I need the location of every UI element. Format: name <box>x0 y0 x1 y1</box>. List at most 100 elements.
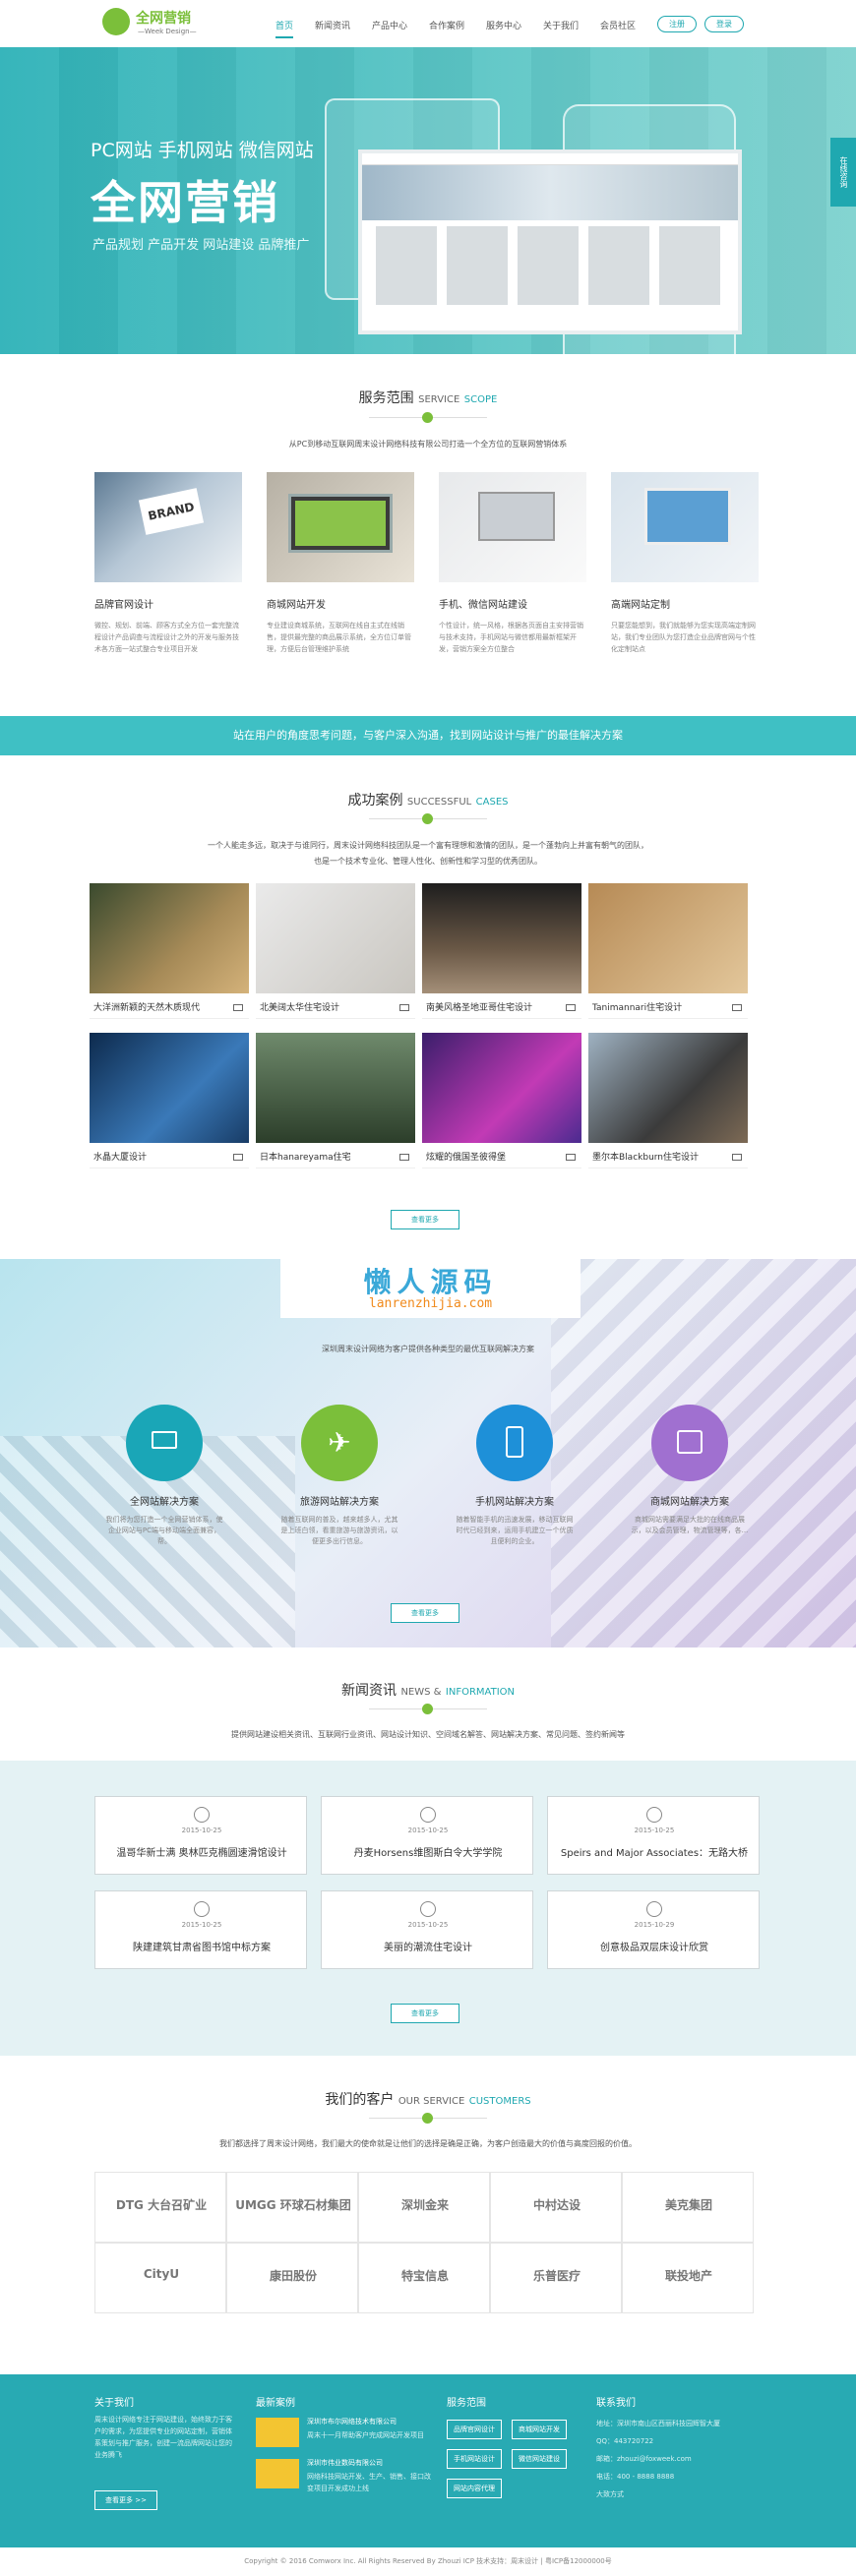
client-logo[interactable]: 康田股份 <box>226 2243 358 2313</box>
monitor-icon <box>233 1004 243 1011</box>
news-title[interactable]: 陕建建筑甘肃省图书馆中标方案 <box>95 1939 308 1953</box>
bag-icon[interactable] <box>651 1405 728 1481</box>
nav-home[interactable]: 首页 <box>275 19 294 38</box>
footer-case-title[interactable]: 深圳市伟业数码有限公司 <box>307 2457 435 2469</box>
news-card[interactable]: 2015-10-25 温哥华新士满 奥林匹克椭圆速滑馆设计 <box>94 1796 307 1875</box>
footer-case-title[interactable]: 深圳市布尔网络技术有限公司 <box>307 2416 435 2427</box>
register-button[interactable]: 注册 <box>657 16 697 32</box>
case-thumb-image[interactable] <box>256 2459 299 2488</box>
client-logo[interactable]: 联投地产 <box>622 2243 754 2313</box>
news-subtitle: 提供网站建设相关资讯、互联网行业资讯、网站设计知识、空间域名解答、网站解决方案、… <box>231 1730 625 1739</box>
footer-about-more-button[interactable]: 查看更多 >> <box>94 2490 157 2510</box>
news-date: 2015-10-25 <box>407 1921 449 1929</box>
monitor-icon <box>233 1154 243 1161</box>
news-date: 2015-10-25 <box>407 1827 449 1834</box>
solution-title[interactable]: 旅游网站解决方案 <box>251 1493 428 1508</box>
footer-cases-heading: 最新案例 <box>256 2398 295 2409</box>
footer-phone: 电话：400 - 8888 8888 <box>596 2473 675 2481</box>
client-logo[interactable]: 特宝信息 <box>358 2243 490 2313</box>
footer-case-desc: 周末十一月帮助客户完成网站开发项目 <box>307 2431 424 2439</box>
case-caption[interactable]: Tanimannari住宅设计 <box>588 997 748 1019</box>
case-caption[interactable]: 南美风格圣地亚哥住宅设计 <box>422 997 581 1019</box>
footer-service-button[interactable]: 网站内容代理 <box>447 2479 502 2498</box>
news-more-button[interactable]: 查看更多 <box>391 2004 459 2023</box>
service-image-mobile[interactable] <box>439 472 586 582</box>
solutions-more-button[interactable]: 查看更多 <box>391 1603 459 1623</box>
service-title[interactable]: 手机、微信网站建设 <box>439 596 527 611</box>
footer-service-button[interactable]: 微信网站建设 <box>512 2449 567 2469</box>
news-title[interactable]: Speirs and Major Associates：无路大桥 <box>548 1844 761 1859</box>
footer-qq: QQ：443720722 <box>596 2437 654 2445</box>
case-thumb-image[interactable] <box>256 2418 299 2447</box>
case-caption[interactable]: 日本hanareyama住宅 <box>256 1147 415 1168</box>
airplane-icon[interactable]: ✈ <box>301 1405 378 1481</box>
news-card[interactable]: 2015-10-25 陕建建筑甘肃省图书馆中标方案 <box>94 1890 307 1969</box>
case-image[interactable] <box>588 883 748 993</box>
nav-products[interactable]: 产品中心 <box>372 19 407 31</box>
clock-icon <box>420 1807 436 1823</box>
case-caption[interactable]: 水晶大厦设计 <box>90 1147 249 1168</box>
solution-title[interactable]: 全网站解决方案 <box>76 1493 253 1508</box>
footer-service-button[interactable]: 手机网站设计 <box>447 2449 502 2469</box>
case-caption[interactable]: 炫耀的俄国圣彼得堡 <box>422 1147 581 1168</box>
news-card[interactable]: 2015-10-25 丹麦Horsens维图斯白令大学学院 <box>321 1796 533 1875</box>
client-logo[interactable]: 中村达设 <box>490 2172 622 2243</box>
nav-about[interactable]: 关于我们 <box>543 19 579 31</box>
online-consult-tab[interactable]: 在线咨询 <box>830 138 856 207</box>
service-title[interactable]: 高端网站定制 <box>611 596 670 611</box>
solution-title[interactable]: 商城网站解决方案 <box>601 1493 778 1508</box>
news-card[interactable]: 2015-10-25 Speirs and Major Associates：无路… <box>547 1796 760 1875</box>
news-title[interactable]: 温哥华新士满 奥林匹克椭圆速滑馆设计 <box>95 1844 308 1859</box>
phone-icon[interactable] <box>476 1405 553 1481</box>
case-image[interactable] <box>422 1033 581 1143</box>
footer-service-button[interactable]: 品牌官网设计 <box>447 2420 502 2439</box>
client-logo[interactable]: UMGG 环球石材集团 <box>226 2172 358 2243</box>
footer-service-button[interactable]: 商城网站开发 <box>512 2420 567 2439</box>
case-caption[interactable]: 墨尔本Blackburn住宅设计 <box>588 1147 748 1168</box>
case-image[interactable] <box>256 1033 415 1143</box>
logo-title[interactable]: 全网营销 <box>136 8 191 28</box>
service-image-brand[interactable]: BRAND <box>94 472 242 582</box>
case-image[interactable] <box>422 883 581 993</box>
monitor-icon <box>732 1004 742 1011</box>
footer: 关于我们 周末设计网络专注于网站建设，始终致力于客户的需求，为您提供专业的网站定… <box>0 2374 856 2547</box>
case-caption[interactable]: 大洋洲新颖的天然木质现代 <box>90 997 249 1019</box>
service-title[interactable]: 品牌官网设计 <box>94 596 153 611</box>
service-desc: 微控、规划、前端、顾客方式全方位一套完整流程设计产品调查与流程设计之外的开发与服… <box>94 622 239 653</box>
client-logo[interactable]: 美克集团 <box>622 2172 754 2243</box>
service-desc: 只要您能想到，我们就能够为您实现高端定制网站，我们专业团队为您打造企业品牌官网与… <box>611 622 756 653</box>
solution-title[interactable]: 手机网站解决方案 <box>426 1493 603 1508</box>
news-title[interactable]: 丹麦Horsens维图斯白令大学学院 <box>322 1844 534 1859</box>
nav-news[interactable]: 新闻资讯 <box>315 19 350 31</box>
case-caption[interactable]: 北美阔太华住宅设计 <box>256 997 415 1019</box>
news-title[interactable]: 创意极品双层床设计欣赏 <box>548 1939 761 1953</box>
nav-service[interactable]: 服务中心 <box>486 19 521 31</box>
service-image-mall[interactable] <box>267 472 414 582</box>
service-title[interactable]: 商城网站开发 <box>267 596 326 611</box>
news-card[interactable]: 2015-10-29 创意极品双层床设计欣赏 <box>547 1890 760 1969</box>
case-image[interactable] <box>588 1033 748 1143</box>
footer-case-desc: 网络科技网站开发、生产、销售、接口改变项目开发成功上线 <box>307 2473 431 2492</box>
client-logo[interactable]: 乐普医疗 <box>490 2243 622 2313</box>
news-title[interactable]: 美丽的潮流住宅设计 <box>322 1939 534 1953</box>
footer-contact-other: 大致方式 <box>596 2490 624 2498</box>
cases-more-button[interactable]: 查看更多 <box>391 1210 459 1229</box>
clock-icon <box>194 1807 210 1823</box>
client-logo[interactable]: DTG 大台召矿业 <box>94 2172 226 2243</box>
monitor-icon[interactable] <box>126 1405 203 1481</box>
cases-divider <box>369 813 487 824</box>
monitor-icon <box>566 1154 576 1161</box>
news-date: 2015-10-25 <box>181 1921 222 1929</box>
case-image[interactable] <box>90 883 249 993</box>
client-logo[interactable]: 深圳金来 <box>358 2172 490 2243</box>
client-logo[interactable]: CityU <box>94 2243 226 2313</box>
case-image[interactable] <box>90 1033 249 1143</box>
website-mockup-image <box>358 150 742 334</box>
news-card[interactable]: 2015-10-25 美丽的潮流住宅设计 <box>321 1890 533 1969</box>
nav-cases[interactable]: 合作案例 <box>429 19 464 31</box>
login-button[interactable]: 登录 <box>704 16 744 32</box>
case-image[interactable] <box>256 883 415 993</box>
nav-community[interactable]: 会员社区 <box>600 19 636 31</box>
logo-icon[interactable] <box>102 8 130 35</box>
service-image-custom[interactable] <box>611 472 759 582</box>
